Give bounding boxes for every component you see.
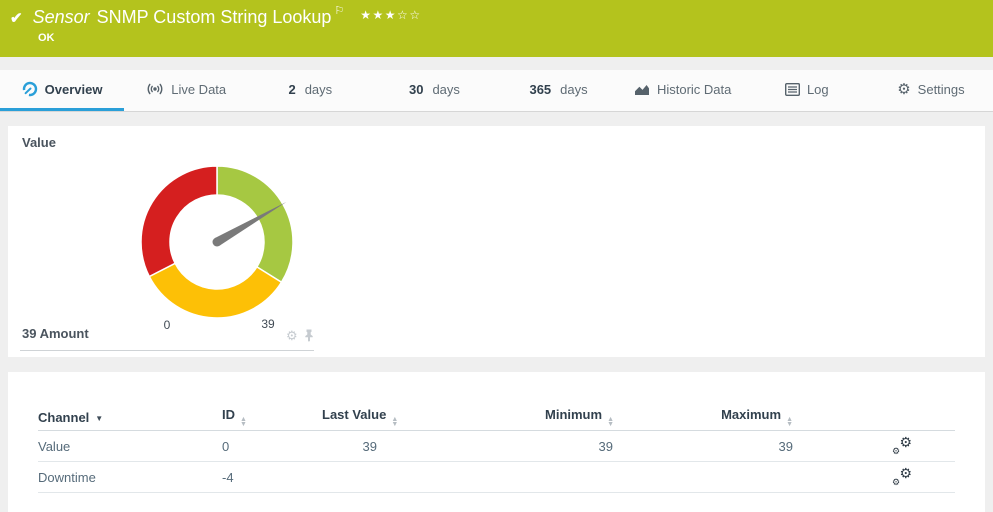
priority-stars[interactable]: ★★★☆☆ xyxy=(360,8,421,22)
channels-table-header: Channel▼ ID▲▼ Last Value▲▼ Minimum▲▼ Max… xyxy=(38,404,955,431)
sort-both-icon: ▲▼ xyxy=(607,417,614,427)
tab-30-days[interactable]: 30 days xyxy=(372,70,496,111)
gear-icon: ⚙ xyxy=(897,82,910,97)
tab-number: 30 xyxy=(409,82,423,97)
column-header-minimum[interactable]: Minimum ▲▼ xyxy=(545,407,613,427)
ok-check-icon: ✔ xyxy=(10,9,23,27)
tab-number: 365 xyxy=(529,82,551,97)
column-label: Last Value xyxy=(322,407,386,422)
column-label: Minimum xyxy=(545,407,602,422)
live-broadcast-icon xyxy=(146,82,164,96)
tab-settings[interactable]: ⚙ Settings xyxy=(869,70,993,111)
tab-label: days xyxy=(305,82,332,97)
gauge-icon xyxy=(22,81,38,97)
tab-label: Settings xyxy=(918,82,965,97)
sort-both-icon: ▲▼ xyxy=(391,417,398,427)
gauge-panel-title: Value xyxy=(22,135,56,150)
tab-label: days xyxy=(432,82,459,97)
column-header-last-value[interactable]: Last Value▲▼ xyxy=(322,407,377,427)
log-list-icon xyxy=(785,83,800,96)
sensor-status-header: ✔ Sensor SNMP Custom String Lookup ⚐ ★★★… xyxy=(0,0,993,57)
gauge-footer-divider xyxy=(20,350,314,351)
channel-settings-gears-icon[interactable]: ⚙⚙ xyxy=(891,437,913,455)
channels-table: Channel▼ ID▲▼ Last Value▲▼ Minimum▲▼ Max… xyxy=(38,404,955,493)
cell-id: 0 xyxy=(222,439,322,454)
tab-live-data[interactable]: Live Data xyxy=(124,70,248,111)
sort-both-icon: ▲▼ xyxy=(240,417,247,427)
column-header-id[interactable]: ID ▲▼ xyxy=(222,407,322,427)
pin-icon[interactable] xyxy=(304,329,314,342)
cell-last-value: 39 xyxy=(322,439,377,454)
gauge-scale-max: 39 xyxy=(254,317,282,331)
channel-settings-gears-icon[interactable]: ⚙⚙ xyxy=(891,468,913,486)
cell-channel: Value xyxy=(38,439,222,454)
tab-label: days xyxy=(560,82,587,97)
tab-label: Log xyxy=(807,82,829,97)
tab-overview[interactable]: Overview xyxy=(0,70,124,111)
tab-label: Overview xyxy=(45,82,103,97)
cell-channel: Downtime xyxy=(38,470,222,485)
column-label: ID xyxy=(222,407,235,422)
sort-desc-icon: ▼ xyxy=(95,414,103,423)
gauge-gear-icon[interactable]: ⚙ xyxy=(286,329,298,342)
column-label: Maximum xyxy=(721,407,781,422)
tab-2-days[interactable]: 2 days xyxy=(248,70,372,111)
sort-both-icon: ▲▼ xyxy=(786,417,793,427)
cell-id: -4 xyxy=(222,470,322,485)
sensor-kind-label: Sensor xyxy=(33,7,90,28)
channels-panel: Channel▼ ID▲▼ Last Value▲▼ Minimum▲▼ Max… xyxy=(8,372,985,512)
status-badge: OK xyxy=(38,32,993,44)
flag-icon[interactable]: ⚐ xyxy=(334,4,344,17)
value-gauge-panel: Value 0 39 39 Amount ⚙ xyxy=(8,126,985,357)
table-row-downtime: Downtime -4 ⚙⚙ xyxy=(38,462,955,493)
tab-365-days[interactable]: 365 days xyxy=(497,70,621,111)
column-header-channel[interactable]: Channel ▼ xyxy=(38,410,222,425)
tab-historic-data[interactable]: Historic Data xyxy=(621,70,745,111)
value-gauge-chart xyxy=(127,152,307,332)
tab-label: Historic Data xyxy=(657,82,731,97)
area-chart-icon xyxy=(634,83,650,96)
cell-maximum: 39 xyxy=(719,439,793,454)
page-title: SNMP Custom String Lookup xyxy=(97,7,332,28)
column-header-maximum[interactable]: Maximum ▲▼ xyxy=(719,407,793,427)
gauge-footer-value: 39 Amount xyxy=(22,326,89,341)
tab-log[interactable]: Log xyxy=(745,70,869,111)
tab-number: 2 xyxy=(288,82,295,97)
table-row-value: Value 0 39 39 39 ⚙⚙ xyxy=(38,431,955,462)
column-label: Channel xyxy=(38,410,89,425)
cell-minimum: 39 xyxy=(545,439,613,454)
tab-label: Live Data xyxy=(171,82,226,97)
gauge-scale-min: 0 xyxy=(156,318,178,332)
tab-bar: Overview Live Data 2 days 30 days 365 da… xyxy=(0,70,993,112)
